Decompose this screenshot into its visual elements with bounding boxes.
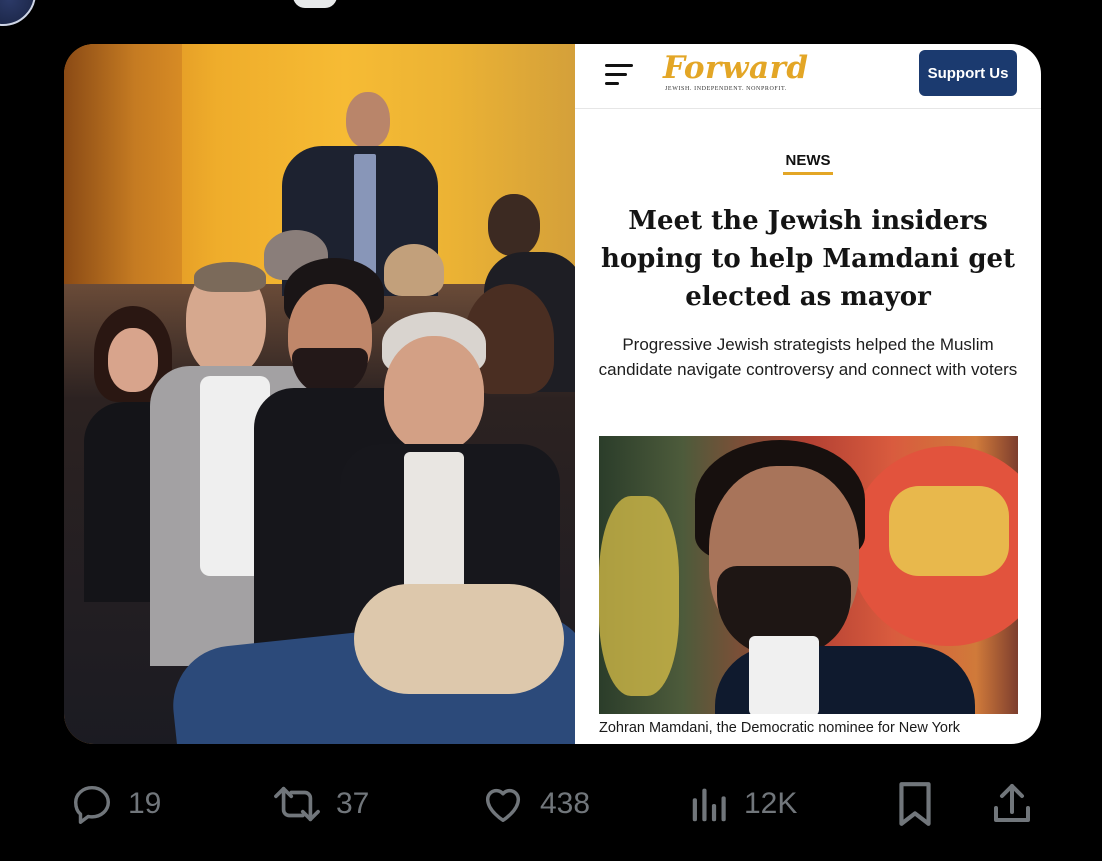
article-hero-caption: Zohran Mamdani, the Democratic nominee f… [599,720,961,736]
post-action-bar: 19 37 438 12K [0,770,1102,840]
views-count: 12K [744,787,798,820]
photo-bg-head [384,244,444,296]
kicker-underline [783,172,833,175]
repost-icon [270,781,324,827]
event-photo[interactable] [64,44,575,744]
forward-logo[interactable]: Forward [663,50,809,86]
author-avatar[interactable] [0,0,36,26]
support-us-button[interactable]: Support Us [919,50,1017,96]
like-count: 438 [540,787,591,820]
views-icon [688,781,732,827]
article-hero-image[interactable] [599,436,1018,714]
article-screenshot[interactable]: Forward JEWISH. INDEPENDENT. NONPROFIT. … [575,44,1041,744]
repost-count: 37 [336,787,370,820]
share-icon [988,780,1036,828]
share-button[interactable] [988,782,1036,826]
like-button[interactable]: 438 [478,782,590,826]
article-header: Forward JEWISH. INDEPENDENT. NONPROFIT. … [575,44,1041,109]
article-kicker[interactable]: NEWS [575,152,1041,169]
reply-icon [68,781,116,827]
heart-icon [478,781,528,827]
reply-count: 19 [128,787,162,820]
views-button[interactable]: 12K [688,782,797,826]
reply-button[interactable]: 19 [68,782,161,826]
post-media[interactable]: Forward JEWISH. INDEPENDENT. NONPROFIT. … [64,44,1041,744]
photo-foreground-knee [354,584,564,694]
article-dek: Progressive Jewish strategists helped th… [598,335,1018,379]
bookmark-icon [894,779,936,829]
article-headline[interactable]: Meet the Jewish insiders hoping to help … [595,202,1021,316]
post-text-fragment [293,0,337,8]
hamburger-icon[interactable] [605,62,633,88]
repost-button[interactable]: 37 [270,782,369,826]
forward-logo-tagline: JEWISH. INDEPENDENT. NONPROFIT. [665,86,787,92]
bookmark-button[interactable] [894,782,936,826]
